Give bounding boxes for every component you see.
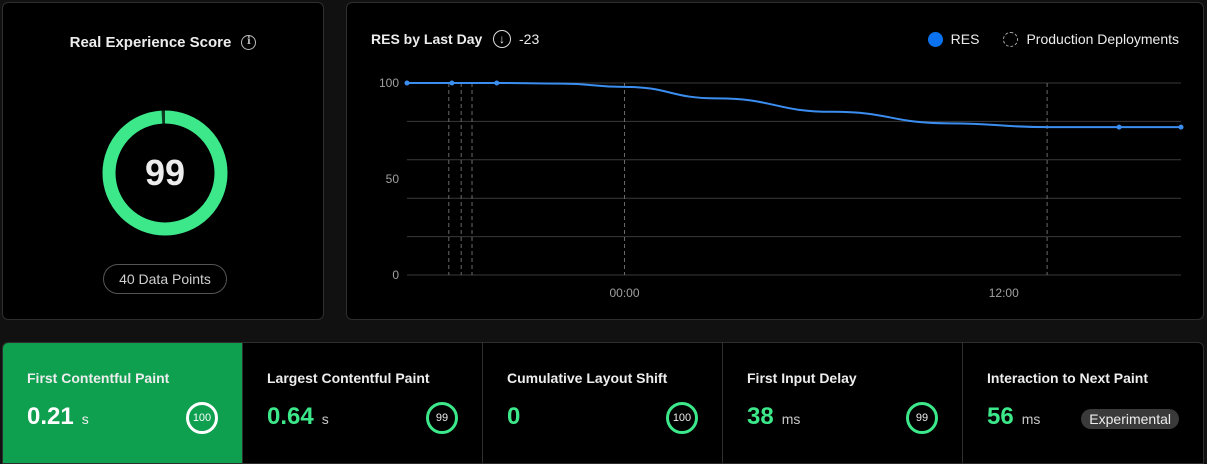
- metric-label: Interaction to Next Paint: [987, 370, 1149, 386]
- metric-score-badge: 99: [906, 402, 938, 434]
- metric-card[interactable]: Interaction to Next Paint 56 ms Experime…: [963, 343, 1203, 463]
- metric-value-row: 0: [507, 403, 528, 431]
- metric-label: Largest Contentful Paint: [267, 370, 430, 386]
- data-points-pill[interactable]: 40 Data Points: [103, 264, 227, 294]
- y-tick-label: 50: [386, 172, 400, 186]
- score-value: 99: [144, 152, 186, 193]
- metric-value-row: 0.21 s: [27, 403, 89, 431]
- metric-card[interactable]: First Contentful Paint 0.21 s 100: [3, 343, 243, 463]
- y-tick-label: 0: [392, 268, 399, 282]
- res-data-point: [449, 80, 455, 86]
- res-line-chart[interactable]: 100 50 0 00:00 12:00: [347, 3, 1205, 321]
- res-data-point: [1178, 124, 1184, 130]
- score-title-row: Real Experience Score i: [3, 34, 323, 51]
- res-data-point: [1116, 124, 1122, 130]
- metrics-row: First Contentful Paint 0.21 s 100 Larges…: [2, 342, 1204, 464]
- metric-score-badge: 100: [666, 402, 698, 434]
- metric-card[interactable]: Cumulative Layout Shift 0 100: [483, 343, 723, 463]
- score-title: Real Experience Score: [69, 34, 232, 51]
- metric-unit: ms: [1021, 411, 1041, 427]
- metric-value: 0.64: [267, 403, 314, 430]
- experimental-badge: Experimental: [1081, 409, 1179, 429]
- y-tick-label: 100: [379, 76, 399, 90]
- metric-label: First Input Delay: [747, 370, 857, 386]
- metric-unit: s: [81, 411, 89, 427]
- res-data-point: [404, 80, 410, 86]
- metric-label: First Contentful Paint: [27, 370, 170, 386]
- metric-value-row: 56 ms: [987, 403, 1040, 431]
- metric-label: Cumulative Layout Shift: [507, 370, 668, 386]
- metric-value: 56: [987, 403, 1014, 430]
- metric-score-badge: 100: [186, 402, 218, 434]
- metric-value-row: 0.64 s: [267, 403, 329, 431]
- x-tick-label: 00:00: [609, 286, 639, 300]
- metric-value: 0.21: [27, 403, 74, 430]
- metric-unit: ms: [781, 411, 801, 427]
- metric-value: 38: [747, 403, 774, 430]
- metric-value: 0: [507, 403, 521, 430]
- score-card: Real Experience Score i 99 40 Data Point…: [2, 2, 324, 320]
- res-data-point: [494, 80, 500, 86]
- metric-unit: s: [321, 411, 329, 427]
- metric-score-badge: 99: [426, 402, 458, 434]
- res-series-line: [406, 82, 1181, 129]
- speed-insights-dashboard: Real Experience Score i 99 40 Data Point…: [0, 0, 1207, 464]
- res-chart-card: RES by Last Day ↓ -23 RES Production Dep…: [346, 2, 1204, 320]
- x-tick-label: 12:00: [989, 286, 1019, 300]
- metric-card[interactable]: First Input Delay 38 ms 99: [723, 343, 963, 463]
- metric-card[interactable]: Largest Contentful Paint 0.64 s 99: [243, 343, 483, 463]
- metric-value-row: 38 ms: [747, 403, 800, 431]
- info-icon[interactable]: i: [241, 35, 257, 50]
